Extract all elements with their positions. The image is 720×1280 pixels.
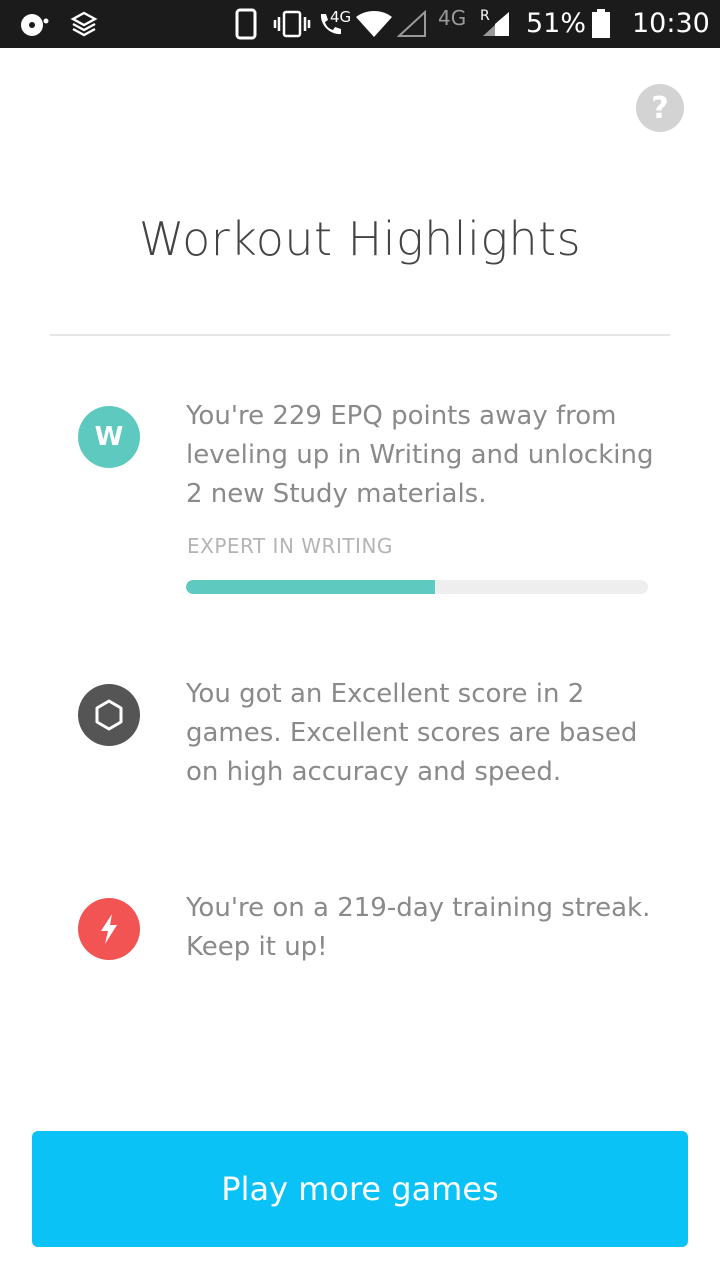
- signal-icon: [480, 10, 512, 38]
- signal-empty-icon: [396, 10, 428, 38]
- wifi-icon: [354, 10, 394, 38]
- writing-progress-fill: [186, 580, 436, 594]
- writing-badge-letter: W: [94, 422, 124, 452]
- stack-icon: [68, 10, 100, 38]
- writing-badge: W: [78, 406, 140, 468]
- writing-highlight-text: You're 229 EPQ points away from leveling…: [186, 401, 654, 509]
- battery-icon: [590, 9, 612, 38]
- network-label-2: 4G: [438, 6, 467, 30]
- lightning-icon: [101, 914, 117, 944]
- writing-progress-bar: [186, 580, 648, 594]
- clock: 10:30: [632, 8, 710, 39]
- hexagon-icon: [95, 699, 123, 731]
- music-disc-icon: [18, 10, 52, 38]
- network-label-1: 4G: [330, 8, 352, 26]
- streak-badge: [78, 898, 140, 960]
- phone-outline-icon: [234, 8, 258, 40]
- streak-text: You're on a 219-day training streak. Kee…: [186, 893, 651, 962]
- writing-level-label: EXPERT IN WRITING: [187, 534, 393, 558]
- excellent-score-text: You got an Excellent score in 2 games. E…: [186, 679, 638, 787]
- help-icon: ?: [651, 90, 669, 126]
- status-bar: 4G 4G R 51% 10:30: [0, 0, 720, 48]
- vibrate-icon: [272, 10, 312, 38]
- divider: [50, 334, 670, 336]
- play-more-games-button[interactable]: Play more games: [32, 1131, 688, 1247]
- help-button[interactable]: ?: [636, 84, 684, 132]
- battery-percent: 51%: [526, 8, 587, 39]
- excellent-score-badge: [78, 684, 140, 746]
- page-title: Workout Highlights: [138, 212, 582, 266]
